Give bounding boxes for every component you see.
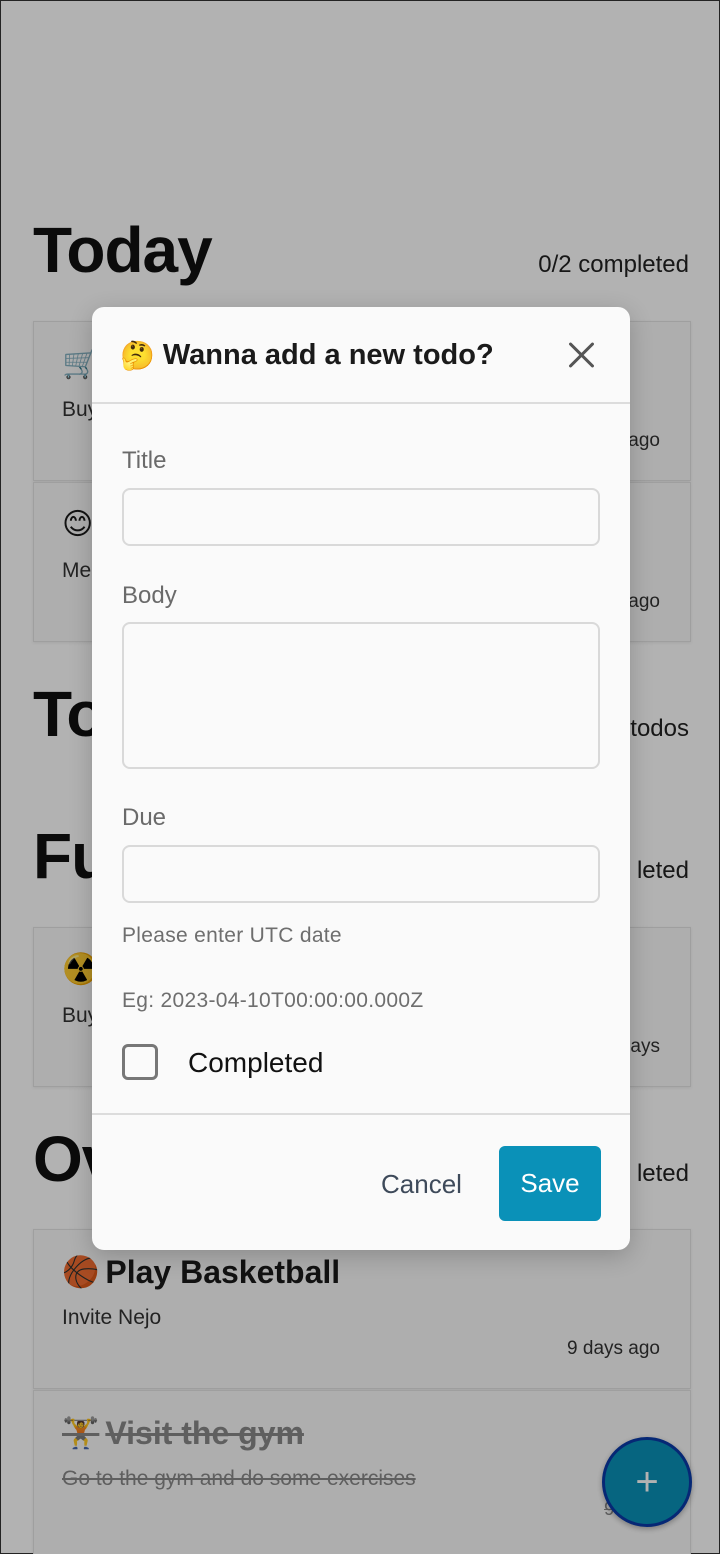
body-textarea[interactable]	[122, 622, 600, 769]
modal-footer: Cancel Save	[92, 1113, 630, 1250]
modal-header: 🤔 Wanna add a new todo?	[92, 307, 630, 404]
due-hint: Please enter UTC date	[122, 924, 342, 947]
due-label: Due	[122, 804, 167, 831]
title-label: Title	[122, 447, 167, 474]
title-input[interactable]	[122, 488, 600, 546]
close-icon[interactable]	[568, 341, 596, 369]
body-label: Body	[122, 582, 177, 609]
due-input[interactable]	[122, 845, 600, 903]
add-todo-modal: 🤔 Wanna add a new todo? Title Body Due P…	[92, 307, 630, 1250]
modal-title: 🤔 Wanna add a new todo?	[120, 339, 494, 372]
due-example: Eg: 2023-04-10T00:00:00.000Z	[122, 989, 424, 1012]
cancel-button[interactable]: Cancel	[381, 1169, 462, 1200]
modal-title-text: Wanna add a new todo?	[162, 339, 494, 371]
thinking-face-icon: 🤔	[120, 340, 155, 371]
save-button[interactable]: Save	[499, 1146, 601, 1221]
completed-label[interactable]: Completed	[188, 1047, 323, 1079]
completed-checkbox[interactable]	[122, 1044, 158, 1080]
